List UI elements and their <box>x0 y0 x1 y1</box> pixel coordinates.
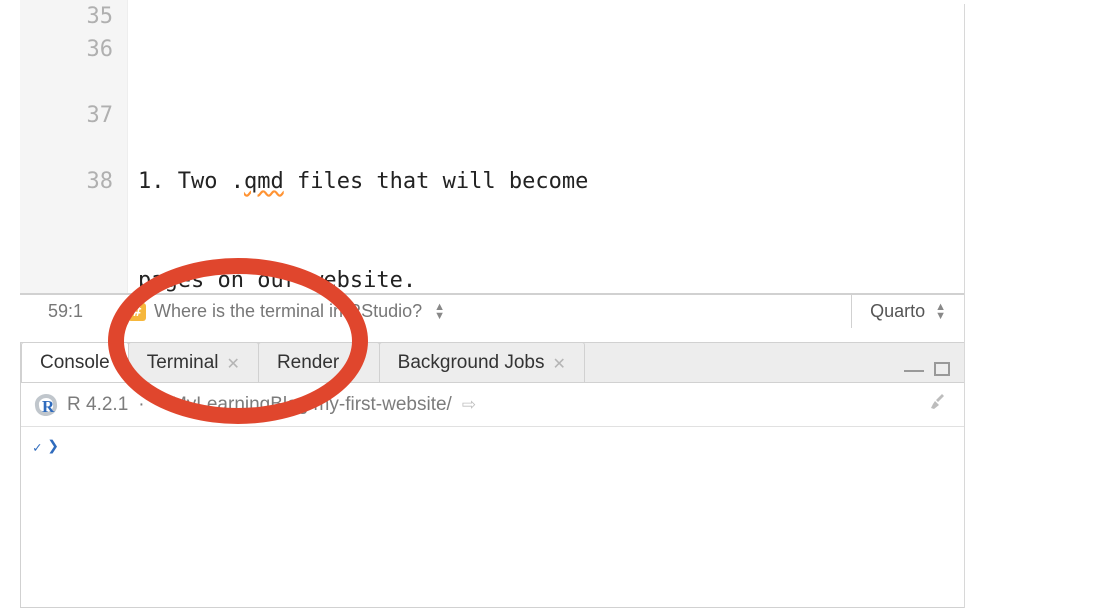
tab-label: Console <box>40 352 110 374</box>
close-icon[interactable]: ✕ <box>347 354 360 374</box>
line-number: 35 <box>20 0 113 33</box>
prompt-arrow-icon: ❯ <box>47 435 58 457</box>
maximize-pane-icon[interactable] <box>934 362 950 376</box>
tab-background-jobs[interactable]: Background Jobs ✕ <box>379 342 585 382</box>
console-pane: Console Terminal ✕ Render ✕ Background J… <box>20 342 965 608</box>
line-number: 36 <box>20 33 113 66</box>
right-panel-placeholder <box>964 0 1120 612</box>
language-mode-label: Quarto <box>870 301 925 322</box>
code-fragment: files that will become <box>284 169 589 194</box>
outline-heading-selector[interactable]: # Where is the terminal in RStudio? ▲▼ <box>128 301 851 322</box>
tab-render[interactable]: Render ✕ <box>258 342 380 382</box>
cursor-position: 59:1 <box>20 301 128 322</box>
open-folder-icon[interactable]: ⇨ <box>462 395 476 415</box>
source-editor[interactable]: 35 36 37 38 1. Two .qmd files that will … <box>20 0 965 328</box>
line-number: 38 <box>20 132 113 264</box>
minimize-pane-icon[interactable] <box>904 366 924 372</box>
code-fragment: 1. Two . <box>138 169 244 194</box>
tab-terminal[interactable]: Terminal ✕ <box>128 342 259 382</box>
outline-heading-label: Where is the terminal in RStudio? <box>154 301 422 322</box>
language-mode-selector[interactable]: Quarto ▲▼ <box>851 295 964 328</box>
separator-dot: · <box>138 394 144 416</box>
line-number-gutter: 35 36 37 38 <box>20 0 128 294</box>
close-icon[interactable]: ✕ <box>227 354 240 374</box>
code-fragment-spellflag: qmd <box>244 169 284 194</box>
working-directory-label: ~/MyLearningBlog/my-first-website/ <box>155 394 452 416</box>
tab-console[interactable]: Console <box>21 342 129 382</box>
tab-label: Render <box>277 352 339 374</box>
r-logo-icon: R <box>35 394 57 416</box>
clear-console-icon[interactable] <box>930 392 950 418</box>
chevron-updown-icon: ▲▼ <box>434 303 445 321</box>
code-text[interactable]: 1. Two .qmd files that will become pages… <box>128 0 964 294</box>
console-tabstrip: Console Terminal ✕ Render ✕ Background J… <box>21 343 964 383</box>
console-output[interactable]: ✓❯ <box>21 427 964 465</box>
line-number: 37 <box>20 66 113 132</box>
heading-icon: # <box>128 303 146 321</box>
code-fragment: pages on our website. <box>138 264 948 294</box>
tab-label: Background Jobs <box>398 352 545 374</box>
prompt-ready-icon: ✓ <box>33 440 41 456</box>
close-icon[interactable]: ✕ <box>553 354 566 374</box>
r-version-label: R 4.2.1 <box>67 394 128 416</box>
console-info-bar: R R 4.2.1 · ~/MyLearningBlog/my-first-we… <box>21 383 964 427</box>
chevron-updown-icon: ▲▼ <box>935 303 946 321</box>
editor-status-bar: 59:1 # Where is the terminal in RStudio?… <box>20 294 964 328</box>
tab-label: Terminal <box>147 352 219 374</box>
